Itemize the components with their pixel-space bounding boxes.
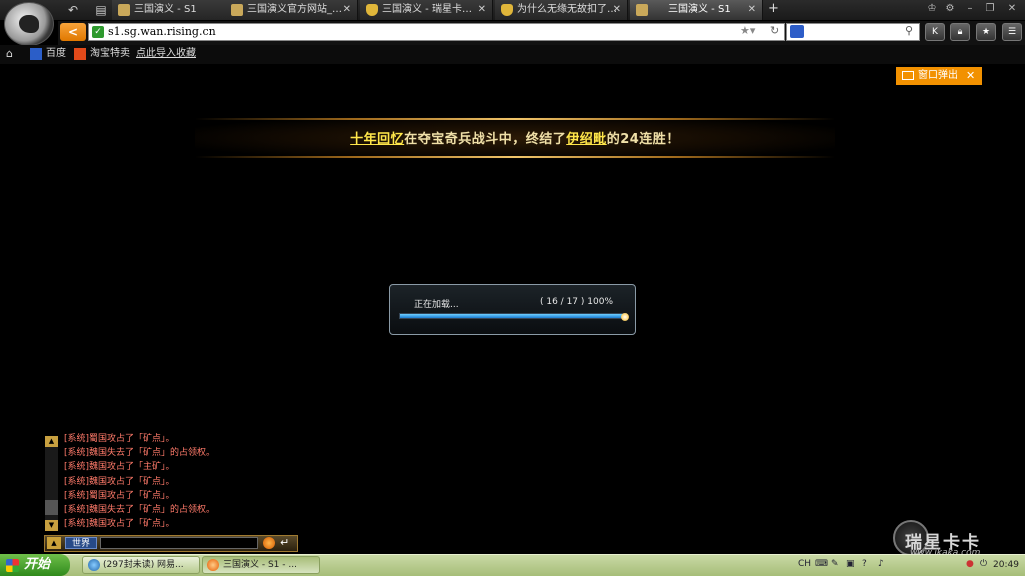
settings-icon[interactable]: ⚙ [942,2,958,16]
star-icon[interactable]: ★ [976,23,996,41]
chat-channel-button[interactable]: 世界 [65,537,97,549]
banner-player[interactable]: 十年回忆 [350,132,404,147]
task-label: 三国演义 - S1 - ... [223,560,297,570]
keyboard-icon[interactable]: ⌨ [815,559,828,569]
tab-label: 三国演义 - S1 [134,4,197,15]
k-button[interactable]: K [925,23,945,41]
chat-line: [系统]魏国失去了「矿点」的占领权。 [64,505,216,515]
back-arrow-icon[interactable]: ↶ [62,2,84,18]
chat-line: [系统]魏国攻占了「矿点」。 [64,477,175,487]
tab-label: 三国演义 - S1 [668,4,731,15]
favorite-star-icon[interactable]: ★▾ [740,24,755,37]
search-engine-icon[interactable] [790,25,804,38]
close-icon[interactable]: ✕ [966,67,975,85]
bookmark-import[interactable]: 点此导入收藏 [136,47,196,61]
tab-2[interactable]: 三国演义官方网站_… ✕ [225,0,358,20]
network-icon[interactable]: ▣ [846,559,855,569]
scroll-up-icon[interactable]: ▲ [45,436,58,447]
task-label: (297封未读) 网易... [103,560,184,570]
close-icon[interactable]: ✕ [478,0,486,19]
chat-line: [系统]魏国攻占了「矿点」。 [64,519,175,529]
tab-label: 三国演义官方网站_… [247,4,342,15]
banner-divider [195,156,835,158]
banner-message: 在夺宝奇兵战斗中，终结了 [404,132,567,147]
windows-icon [6,559,19,572]
menu-icon[interactable]: ☰ [1002,23,1022,41]
clock: 20:49 [993,560,1019,570]
tab-label: 为什么无缘无故扣了… [517,4,617,15]
search-icon[interactable]: ⚲ [905,24,913,37]
baidu-icon [30,48,42,60]
tab-label: 三国演义 - 瑞星卡… [382,4,472,15]
banner-text: 十年回忆在夺宝奇兵战斗中，终结了伊绍毗的24连胜！ [195,128,835,147]
chat-line: [系统]蜀国攻占了「矿点」。 [64,491,175,501]
antivirus-icon[interactable]: ● [966,559,974,569]
progress-bar-fill [400,314,626,318]
banner-opponent[interactable]: 伊绍毗 [566,132,607,147]
input-language[interactable]: CH [798,559,811,569]
chat-input[interactable] [100,537,258,549]
send-icon[interactable]: ↵ [280,536,289,549]
shield-icon [366,4,378,16]
start-label: 开始 [24,557,51,572]
page-icon[interactable]: ▤ [90,2,112,18]
expand-icon[interactable]: ▲ [47,537,61,549]
chat-line: [系统]蜀国攻占了「矿点」。 [64,434,175,444]
pen-icon[interactable]: ✎ [831,559,839,569]
close-icon[interactable]: ✕ [613,0,621,19]
chat-line: [系统]魏国失去了「矿点」的占领权。 [64,448,216,458]
browser-icon [207,559,219,571]
bookmark-baidu[interactable]: 百度 [46,47,66,61]
restore-icon[interactable]: ❐ [982,2,998,16]
chat-line: [系统]魏国攻占了「主矿」。 [64,462,175,472]
minimize-icon[interactable]: – [962,2,978,16]
loading-count: ( 16 / 17 ) 100% [540,297,613,307]
refresh-icon[interactable]: ↻ [770,24,779,37]
taobao-icon [74,48,86,60]
tab-4[interactable]: 为什么无缘无故扣了… ✕ [495,0,628,20]
power-icon[interactable]: ⏻ [980,559,987,569]
url-text[interactable]: s1.sg.wan.rising.cn [108,24,216,40]
taskbar-item-game[interactable]: 三国演义 - S1 - ... [202,556,320,574]
back-button[interactable]: < [60,23,86,41]
monitor-icon [902,71,914,80]
bookmark-taobao[interactable]: 淘宝特卖 [90,47,130,61]
help-icon[interactable]: ? [862,559,867,569]
scroll-down-icon[interactable]: ▼ [45,520,58,531]
shield-icon [501,4,513,16]
browser-logo-icon[interactable] [4,2,54,46]
new-tab-button[interactable]: + [768,1,779,16]
tab-5-active[interactable]: 三国演义 - S1 ✕ [630,0,763,20]
search-input[interactable] [786,23,920,41]
emoji-icon[interactable] [263,537,275,549]
ie-icon [88,559,100,571]
scroll-thumb[interactable] [45,500,58,515]
close-window-icon[interactable]: ✕ [1004,2,1020,16]
popout-label: 窗口弹出 [918,70,958,81]
loading-label: 正在加载... [414,300,459,310]
game-icon [231,4,243,16]
lock-icon[interactable]: 🔒︎ [950,23,970,41]
banner-message-end: 的24连胜！ [606,132,680,147]
tab-3[interactable]: 三国演义 - 瑞星卡… ✕ [360,0,493,20]
game-icon [118,4,130,16]
game-icon [636,4,648,16]
close-icon[interactable]: ✕ [343,0,351,19]
skin-icon[interactable]: ♔ [924,2,940,16]
close-icon[interactable]: ✕ [748,0,756,19]
progress-glow [621,313,629,321]
chat-scrollbar[interactable]: ▲ ▼ [45,436,58,531]
volume-icon[interactable]: ♪ [878,559,884,569]
secure-check-icon: ✓ [92,26,104,38]
banner-divider [195,118,835,120]
home-icon[interactable]: ⌂ [6,47,13,60]
